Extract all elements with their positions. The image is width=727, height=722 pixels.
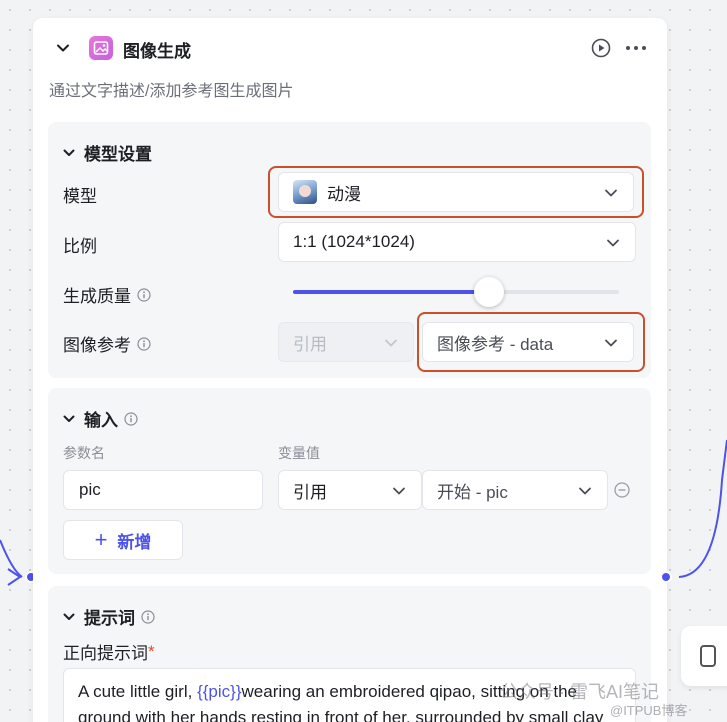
copy-icon: [700, 645, 716, 667]
variable-value-select[interactable]: 开始 - pic: [422, 470, 608, 510]
output-port[interactable]: [660, 571, 672, 583]
chevron-down-icon: [393, 487, 405, 495]
section-title: 模型设置: [84, 145, 152, 164]
info-icon[interactable]: [137, 336, 151, 351]
variable-value: 开始 - pic: [437, 482, 508, 502]
section-title: 输入: [84, 411, 118, 430]
ratio-select[interactable]: 1:1 (1024*1024): [278, 222, 636, 262]
label-text: 正向提示词: [63, 644, 148, 663]
model-select[interactable]: 动漫: [278, 172, 634, 212]
add-input-button[interactable]: + 新增: [63, 520, 183, 560]
section-title: 提示词: [84, 609, 135, 628]
model-label: 模型: [63, 182, 97, 207]
quality-slider-handle[interactable]: [473, 277, 504, 307]
chevron-down-icon: [607, 239, 619, 247]
run-icon[interactable]: [591, 38, 611, 58]
chevron-down-icon: [605, 339, 617, 347]
prompt-variable-token[interactable]: {{pic}}: [197, 682, 241, 701]
param-name-input[interactable]: pic: [63, 470, 263, 510]
mode-value: 引用: [293, 482, 327, 502]
model-settings-header[interactable]: 模型设置: [62, 140, 152, 165]
info-icon[interactable]: [124, 411, 138, 426]
chevron-down-icon: [63, 149, 75, 156]
quality-slider-track[interactable]: [293, 290, 619, 294]
add-label: 新增: [117, 532, 152, 552]
prompt-header[interactable]: 提示词: [62, 604, 163, 629]
ratio-label: 比例: [63, 232, 97, 257]
prompt-text: A cute little girl,: [78, 682, 198, 701]
side-node-card[interactable]: [681, 626, 727, 686]
param-name-column-header: 参数名: [63, 445, 105, 461]
more-options-icon[interactable]: [625, 38, 647, 58]
label-text: 比例: [63, 237, 97, 256]
input-header[interactable]: 输入: [62, 406, 146, 431]
mode-value: 引用: [293, 334, 327, 354]
positive-prompt-label: 正向提示词 *: [63, 639, 155, 664]
chevron-down-icon: [63, 613, 75, 620]
quality-label: 生成质量: [63, 282, 151, 307]
image-generation-icon: [89, 36, 113, 60]
image-generation-node[interactable]: 图像生成 通过文字描述/添加参考图生成图片 模型设置 模型 动漫 比例 1:1 …: [33, 18, 667, 722]
ratio-value: 1:1 (1024*1024): [293, 232, 415, 251]
label-text: 生成质量: [63, 287, 131, 306]
plus-icon: +: [94, 527, 108, 552]
model-value: 动漫: [327, 184, 361, 204]
variable-value-column-header: 变量值: [278, 445, 320, 461]
info-icon[interactable]: [141, 609, 155, 624]
reference-value: 图像参考 - data: [437, 334, 554, 354]
label-text: 模型: [63, 187, 97, 206]
image-reference-label: 图像参考: [63, 331, 151, 356]
required-mark: *: [148, 641, 155, 661]
chevron-down-icon: [63, 415, 75, 422]
collapse-chevron-icon[interactable]: [55, 40, 71, 56]
chevron-down-icon: [385, 339, 397, 347]
model-settings-section: 模型设置 模型 动漫 比例 1:1 (1024*1024) 生成质量 图像参考 …: [48, 122, 651, 378]
node-title: 图像生成: [123, 42, 191, 61]
remove-row-icon[interactable]: [614, 482, 630, 498]
image-reference-mode-select: 引用: [278, 322, 414, 362]
info-icon[interactable]: [137, 287, 151, 302]
watermark-sub: @ITPUB博客: [610, 703, 688, 718]
param-name-value: pic: [79, 480, 101, 499]
label-text: 图像参考: [63, 336, 131, 355]
node-header: 图像生成: [33, 18, 667, 78]
chevron-down-icon: [579, 487, 591, 495]
chevron-down-icon: [605, 189, 617, 197]
input-section: 输入 参数名 变量值 pic 引用 开始 - pic + 新增: [48, 388, 651, 574]
variable-mode-select[interactable]: 引用: [278, 470, 422, 510]
node-description: 通过文字描述/添加参考图生成图片: [49, 83, 294, 100]
anime-avatar-icon: [293, 180, 317, 204]
quality-slider-fill: [293, 290, 489, 294]
image-reference-value-select[interactable]: 图像参考 - data: [422, 322, 634, 362]
